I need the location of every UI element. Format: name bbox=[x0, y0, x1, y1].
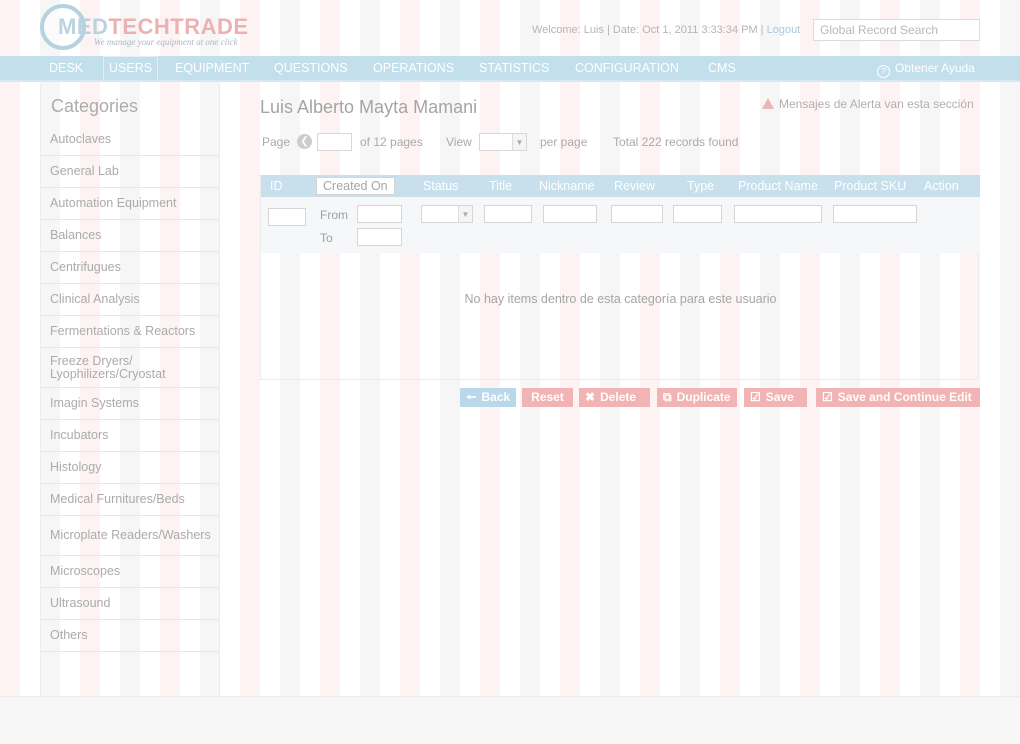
filter-created-from-input[interactable] bbox=[357, 205, 402, 223]
chevron-down-icon: ▼ bbox=[458, 206, 472, 222]
welcome-text: Welcome: Luis | Date: Oct 1, 2011 3:33:3… bbox=[532, 24, 801, 36]
col-nickname[interactable]: Nickname bbox=[539, 175, 595, 197]
categories-sidebar: Categories Autoclaves General Lab Automa… bbox=[40, 84, 220, 696]
nav-desk[interactable]: DESK bbox=[44, 56, 88, 80]
category-item-microplate-readers[interactable]: Microplate Readers/Washers bbox=[41, 516, 220, 556]
category-list: Autoclaves General Lab Automation Equipm… bbox=[41, 124, 220, 652]
page-count: of 12 pages bbox=[360, 135, 423, 149]
category-item-medical-furnitures[interactable]: Medical Furnitures/Beds bbox=[41, 484, 220, 516]
filter-review-input[interactable] bbox=[611, 205, 663, 223]
filter-product-name-input[interactable] bbox=[734, 205, 822, 223]
footer bbox=[0, 696, 1020, 744]
chevron-down-icon: ▼ bbox=[512, 134, 526, 150]
global-search-input[interactable] bbox=[813, 19, 980, 41]
brand-tagline: We manage your equipment at one click bbox=[94, 37, 238, 47]
records-table: ID Created On Status Title Nickname Revi… bbox=[260, 175, 980, 380]
nav-statistics[interactable]: STATISTICS bbox=[474, 56, 554, 80]
sidebar-title: Categories bbox=[51, 96, 139, 116]
nav-equipment[interactable]: EQUIPMENT bbox=[170, 56, 254, 80]
duplicate-icon: ⧉ bbox=[663, 390, 672, 404]
close-icon: ✖ bbox=[585, 390, 596, 404]
filter-type-input[interactable] bbox=[673, 205, 722, 223]
col-id[interactable]: ID bbox=[270, 175, 283, 197]
category-item-others[interactable]: Others bbox=[41, 620, 220, 652]
category-item-automation-equipment[interactable]: Automation Equipment bbox=[41, 188, 220, 220]
category-item-ultrasound[interactable]: Ultrasound bbox=[41, 588, 220, 620]
arrow-left-icon: 🠔 bbox=[466, 390, 477, 404]
view-label: View bbox=[446, 135, 472, 149]
total-records: Total 222 records found bbox=[613, 135, 739, 149]
col-type[interactable]: Type bbox=[687, 175, 714, 197]
reset-button[interactable]: Reset bbox=[522, 388, 573, 407]
duplicate-button[interactable]: ⧉ Duplicate bbox=[657, 388, 737, 407]
category-item-incubators[interactable]: Incubators bbox=[41, 420, 220, 452]
col-status[interactable]: Status bbox=[423, 175, 458, 197]
category-item-clinical-analysis[interactable]: Clinical Analysis bbox=[41, 284, 220, 316]
pager: Page ❮ of 12 pages View ▼ per page Total… bbox=[262, 133, 822, 151]
warning-icon bbox=[762, 98, 774, 109]
save-button[interactable]: ☑ Save bbox=[744, 388, 807, 407]
help-link[interactable]: ? Obtener Ayuda bbox=[877, 56, 975, 80]
category-item-autoclaves[interactable]: Autoclaves bbox=[41, 124, 220, 156]
col-product-name[interactable]: Product Name bbox=[738, 175, 818, 197]
header: MEDTECHTRADE We manage your equipment at… bbox=[0, 0, 1020, 56]
nav-cms[interactable]: CMS bbox=[703, 56, 741, 80]
delete-button[interactable]: ✖ Delete bbox=[579, 388, 650, 407]
logout-link[interactable]: Logout bbox=[767, 24, 801, 36]
filter-id-input[interactable] bbox=[268, 208, 306, 226]
col-product-sku[interactable]: Product SKU bbox=[834, 175, 906, 197]
back-button[interactable]: 🠔 Back bbox=[460, 388, 516, 407]
category-item-general-lab[interactable]: General Lab bbox=[41, 156, 220, 188]
help-icon: ? bbox=[877, 65, 890, 78]
brand-logo[interactable]: MEDTECHTRADE We manage your equipment at… bbox=[40, 4, 250, 52]
save-continue-edit-button[interactable]: ☑ Save and Continue Edit bbox=[816, 388, 980, 407]
category-item-histology[interactable]: Histology bbox=[41, 452, 220, 484]
to-label: To bbox=[320, 231, 333, 245]
checkbox-icon: ☑ bbox=[822, 390, 833, 404]
filter-nickname-input[interactable] bbox=[543, 205, 597, 223]
table-header: ID Created On Status Title Nickname Revi… bbox=[261, 175, 980, 197]
alert-message: Mensajes de Alerta van esta sección bbox=[762, 97, 974, 111]
per-page-select[interactable]: ▼ bbox=[479, 133, 527, 151]
nav-users[interactable]: USERS bbox=[103, 56, 159, 80]
category-item-centrifugues[interactable]: Centrifugues bbox=[41, 252, 220, 284]
filter-title-input[interactable] bbox=[484, 205, 532, 223]
col-action: Action bbox=[924, 179, 959, 193]
from-label: From bbox=[320, 208, 348, 222]
category-item-imagin-systems[interactable]: Imagin Systems bbox=[41, 388, 220, 420]
empty-message: No hay items dentro de esta categoría pa… bbox=[464, 292, 777, 306]
checkbox-icon: ☑ bbox=[750, 390, 761, 404]
nav-configuration[interactable]: CONFIGURATION bbox=[570, 56, 684, 80]
page-title: Luis Alberto Mayta Mamani bbox=[260, 97, 478, 117]
per-page-label: per page bbox=[540, 135, 588, 149]
nav-operations[interactable]: OPERATIONS bbox=[368, 56, 459, 80]
category-item-balances[interactable]: Balances bbox=[41, 220, 220, 252]
main-nav: DESK USERS EQUIPMENT QUESTIONS OPERATION… bbox=[0, 56, 1020, 82]
col-created-on[interactable]: Created On bbox=[316, 177, 395, 195]
filter-product-sku-input[interactable] bbox=[833, 205, 917, 223]
col-title[interactable]: Title bbox=[489, 175, 512, 197]
category-item-microscopes[interactable]: Microscopes bbox=[41, 556, 220, 588]
category-item-fermentations-reactors[interactable]: Fermentations & Reactors bbox=[41, 316, 220, 348]
filter-created-to-input[interactable] bbox=[357, 228, 402, 246]
page-label: Page bbox=[262, 135, 291, 149]
nav-questions[interactable]: QUESTIONS bbox=[269, 56, 353, 80]
filter-row: From To ▼ bbox=[261, 197, 980, 253]
category-item-freeze-dryers[interactable]: Freeze Dryers/ Lyophilizers/Cryostat bbox=[41, 348, 220, 388]
page-number-input[interactable] bbox=[317, 133, 352, 151]
col-review[interactable]: Review bbox=[614, 175, 655, 197]
filter-status-select[interactable]: ▼ bbox=[421, 205, 473, 223]
prev-page-icon[interactable]: ❮ bbox=[297, 134, 312, 149]
